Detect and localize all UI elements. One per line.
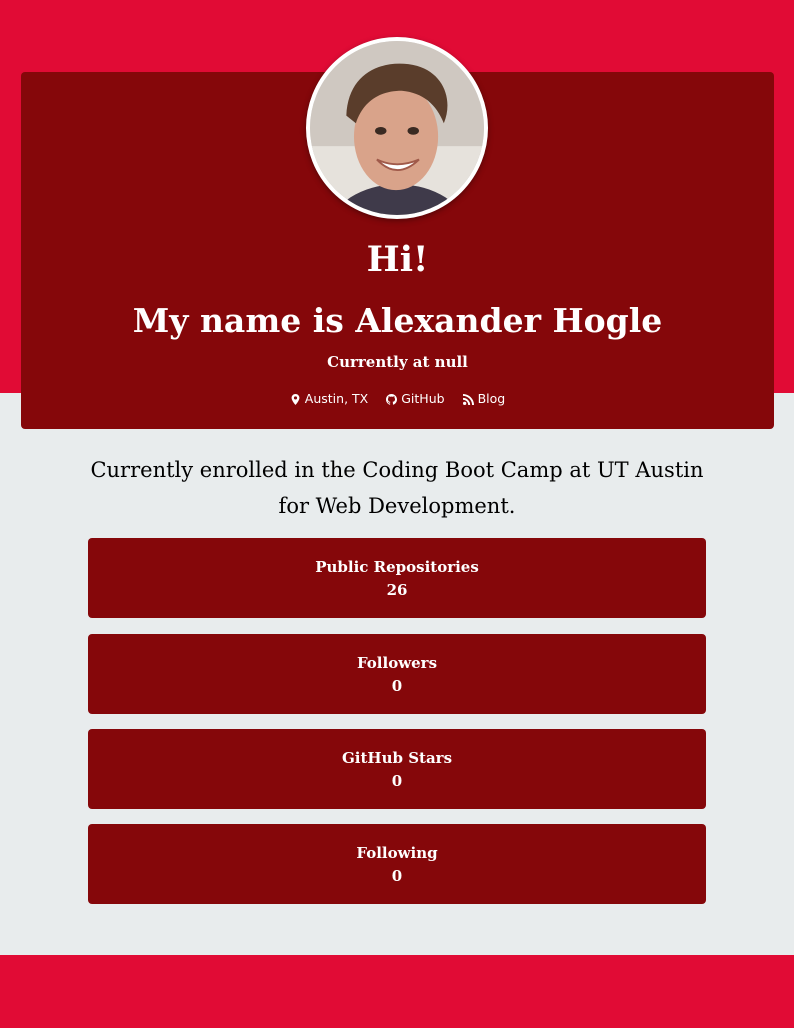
stat-card-following: Following 0 [88, 824, 706, 904]
stat-card-github-stars: GitHub Stars 0 [88, 729, 706, 809]
github-icon [386, 393, 398, 405]
location-label: Austin, TX [304, 391, 369, 406]
bio-text: Currently enrolled in the Coding Boot Ca… [90, 458, 704, 518]
greeting-heading: Hi! [366, 239, 429, 280]
stat-value: 26 [386, 581, 408, 599]
stat-value: 0 [391, 867, 403, 885]
avatar [306, 37, 488, 219]
github-label: GitHub [401, 391, 445, 406]
rss-icon [462, 393, 474, 405]
profile-links: Austin, TX GitHub Blog [21, 389, 774, 409]
location-link[interactable]: Austin, TX [290, 389, 368, 409]
stat-card-followers: Followers 0 [88, 634, 706, 714]
stat-value: 0 [391, 772, 403, 790]
map-marker-icon [291, 393, 300, 405]
stat-label: Followers [356, 654, 438, 672]
avatar-portrait [310, 41, 484, 215]
bottom-accent-band [0, 955, 794, 1028]
blog-link[interactable]: Blog [462, 389, 506, 409]
stat-card-public-repositories: Public Repositories 26 [88, 538, 706, 618]
stat-label: GitHub Stars [341, 749, 453, 767]
stat-value: 0 [391, 677, 403, 695]
company-text: Currently at null [327, 353, 468, 371]
blog-label: Blog [477, 391, 506, 406]
stat-label: Following [356, 844, 438, 862]
stat-label: Public Repositories [315, 558, 479, 576]
profile-name-heading: My name is Alexander Hogle [132, 301, 663, 340]
github-link[interactable]: GitHub [386, 389, 445, 409]
